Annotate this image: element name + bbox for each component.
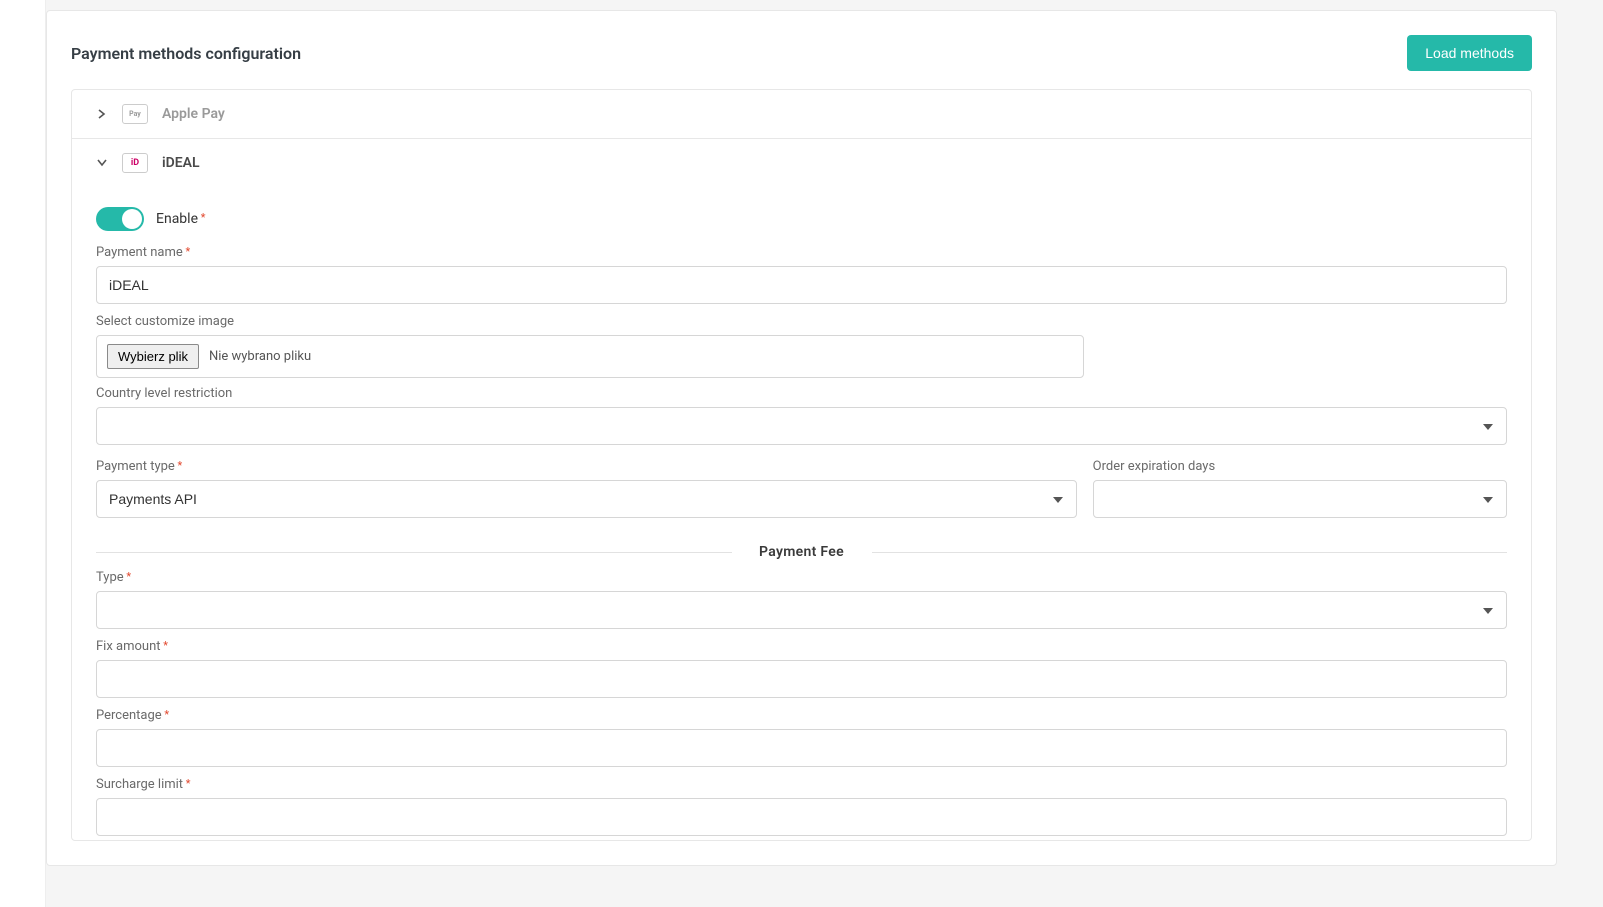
left-edge-panel	[0, 0, 46, 907]
accordion-item-ideal: iD iDEAL Enable Payment name Select cust…	[72, 139, 1531, 840]
accordion-label: Apple Pay	[162, 106, 225, 122]
card-title: Payment methods configuration	[71, 44, 301, 63]
chevron-down-icon	[96, 157, 108, 169]
payment-type-label: Payment type	[96, 459, 1077, 474]
accordion-header-ideal[interactable]: iD iDEAL	[72, 139, 1531, 187]
file-choose-button[interactable]: Wybierz plik	[107, 344, 199, 369]
payment-name-label: Payment name	[96, 245, 1507, 260]
accordion-body-ideal: Enable Payment name Select customize ima…	[72, 187, 1531, 840]
payment-config-card: Payment methods configuration Load metho…	[46, 10, 1557, 866]
payment-type-select[interactable]	[96, 480, 1077, 518]
accordion-header-apple-pay[interactable]: Pay Apple Pay	[72, 90, 1531, 138]
methods-accordion: Pay Apple Pay iD iDEAL	[71, 89, 1532, 841]
fix-amount-label: Fix amount	[96, 639, 1507, 654]
load-methods-button[interactable]: Load methods	[1407, 35, 1532, 71]
accordion-label: iDEAL	[162, 155, 200, 171]
fee-type-select[interactable]	[96, 591, 1507, 629]
file-status-text: Nie wybrano pliku	[209, 349, 311, 364]
payment-name-input[interactable]	[96, 266, 1507, 304]
surcharge-limit-label: Surcharge limit	[96, 777, 1507, 792]
surcharge-limit-input[interactable]	[96, 798, 1507, 836]
enable-label: Enable	[156, 211, 205, 227]
chevron-right-icon	[96, 108, 108, 120]
file-input-wrapper: Wybierz plik Nie wybrano pliku	[96, 335, 1084, 378]
enable-toggle[interactable]	[96, 207, 144, 231]
accordion-item-apple-pay: Pay Apple Pay	[72, 90, 1531, 139]
fee-type-label: Type	[96, 570, 1507, 585]
apple-pay-logo: Pay	[122, 104, 148, 124]
country-restriction-select[interactable]	[96, 407, 1507, 445]
fix-amount-input[interactable]	[96, 660, 1507, 698]
payment-fee-heading: Payment Fee	[96, 544, 1507, 560]
expiration-label: Order expiration days	[1093, 459, 1507, 474]
percentage-input[interactable]	[96, 729, 1507, 767]
image-label: Select customize image	[96, 314, 1507, 329]
country-label: Country level restriction	[96, 386, 1507, 401]
percentage-label: Percentage	[96, 708, 1507, 723]
ideal-logo: iD	[122, 153, 148, 173]
expiration-select[interactable]	[1093, 480, 1507, 518]
